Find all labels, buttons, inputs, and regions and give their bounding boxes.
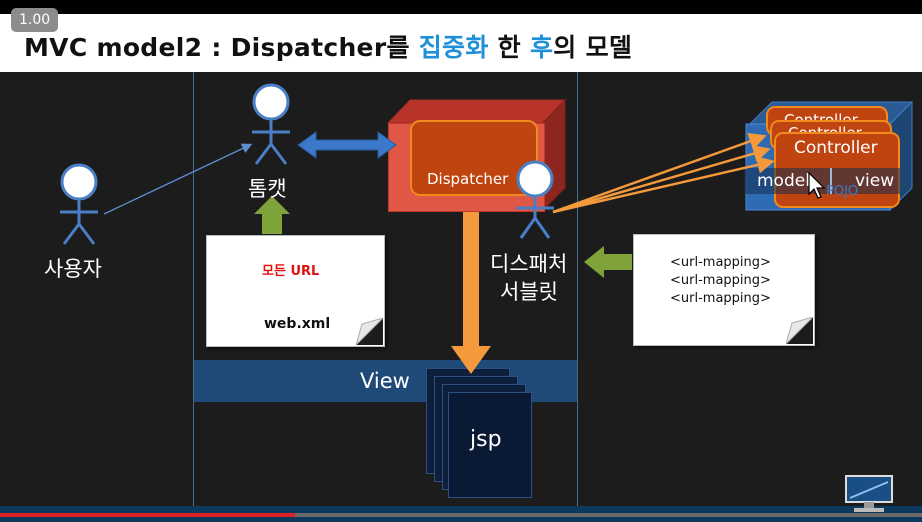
video-frame: MVC model2 : Dispatcher를 집중화 한 후의 모델 1.0… [0, 0, 922, 522]
user-to-tomcat-arrow [103, 143, 253, 215]
tomcat-dispatcher-double-arrow [297, 131, 397, 159]
user-figure-icon [60, 163, 98, 245]
user-label: 사용자 [44, 257, 102, 281]
servlet-figure-icon [516, 160, 554, 239]
dispatcher-to-jsp-arrow [451, 212, 491, 374]
servlet-label-line-2: 서블릿 [500, 280, 558, 304]
servlet-label-line-1: 디스패처 [490, 252, 568, 276]
progress-fill [0, 513, 296, 517]
servlet-to-controller-arrow-2 [552, 145, 771, 214]
tomcat-figure-icon [252, 83, 290, 165]
url-mapping-to-servlet-arrow [584, 246, 632, 278]
servlet-to-controller-arrow-3 [552, 156, 775, 214]
tomcat-label: 톰캣 [248, 177, 287, 201]
diagram-connectors [60, 83, 775, 374]
servlet-to-controller-arrow-1 [552, 132, 767, 214]
monitor-icon [845, 475, 893, 512]
